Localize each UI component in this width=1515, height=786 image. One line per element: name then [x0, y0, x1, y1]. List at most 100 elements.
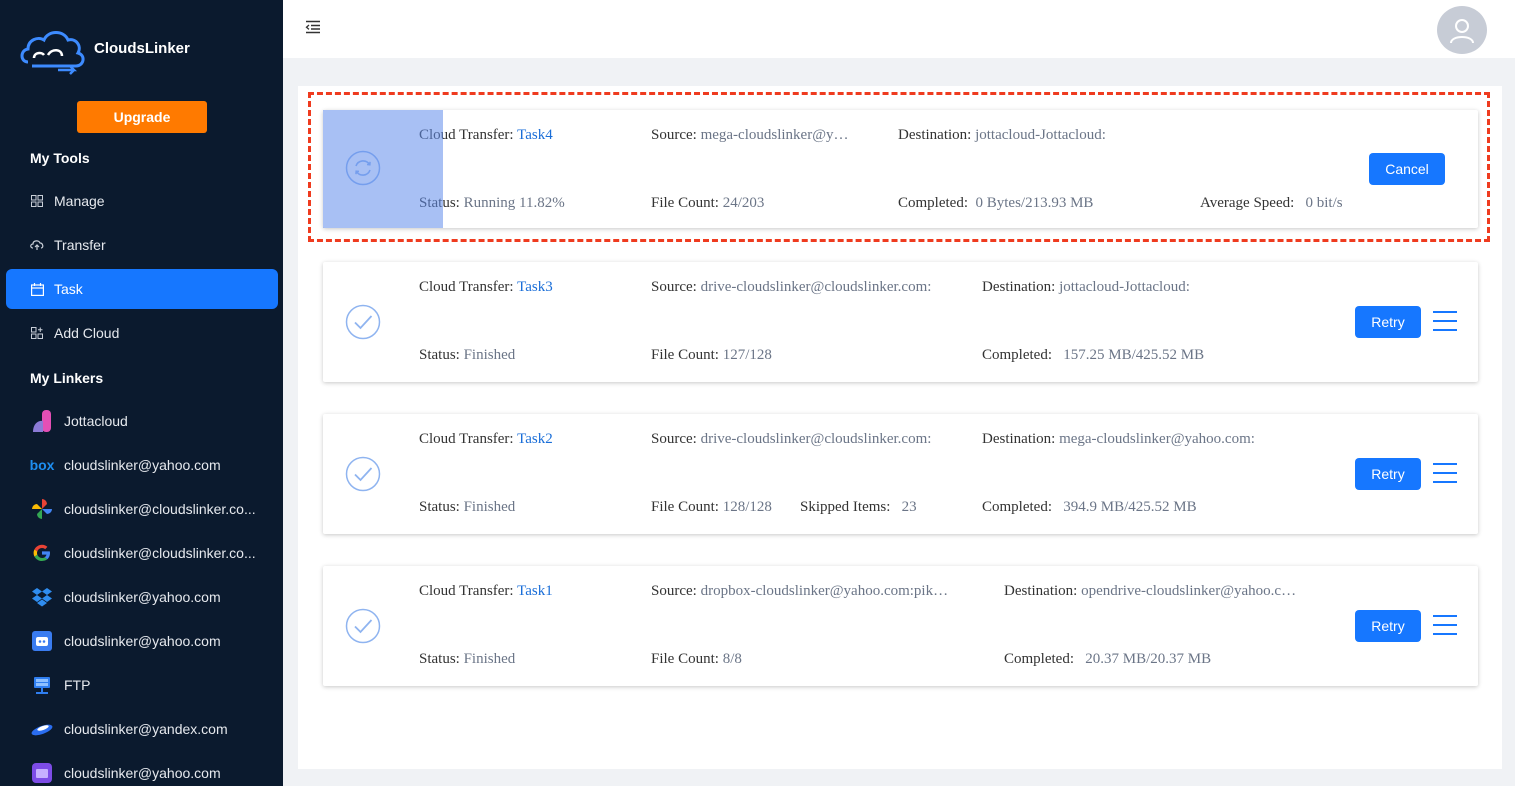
- cancel-button[interactable]: Cancel: [1369, 153, 1445, 185]
- source-field: Source: mega-cloudslinker@y…: [651, 127, 849, 144]
- linker-item-ftp[interactable]: FTP: [30, 665, 275, 705]
- file-count-label: File Count:: [651, 651, 719, 667]
- google-photos-icon: [30, 497, 54, 521]
- sync-icon: [345, 150, 381, 186]
- upgrade-button[interactable]: Upgrade: [77, 101, 207, 133]
- source-field: Source: dropbox-cloudslinker@yahoo.com:p…: [651, 583, 948, 600]
- completed-field: Completed: 20.37 MB/20.37 MB: [1004, 651, 1211, 668]
- cloud-transfer-icon: [30, 238, 44, 252]
- task-name-label: Cloud Transfer:: [419, 279, 514, 295]
- destination-label: Destination:: [1004, 583, 1078, 599]
- linker-item-google[interactable]: cloudslinker@cloudslinker.co...: [30, 533, 275, 573]
- destination-label: Destination:: [982, 279, 1056, 295]
- source-label: Source:: [651, 583, 697, 599]
- average-speed-value: 0 bit/s: [1305, 195, 1343, 211]
- retry-button[interactable]: Retry: [1355, 306, 1421, 338]
- linker-item-pcloud[interactable]: cloudslinker@yahoo.com: [30, 753, 275, 786]
- completed-field: Completed: 157.25 MB/425.52 MB: [982, 347, 1204, 364]
- sidebar-item-transfer[interactable]: Transfer: [6, 225, 278, 265]
- linker-item-jottacloud[interactable]: Jottacloud: [30, 401, 275, 441]
- task-card: Cloud Transfer: Task2 Source: drive-clou…: [323, 414, 1478, 534]
- user-avatar[interactable]: [1437, 6, 1487, 54]
- calendar-icon: [30, 282, 44, 296]
- task-menu-icon[interactable]: [1433, 615, 1457, 637]
- sidebar-item-manage[interactable]: Manage: [6, 181, 278, 221]
- completed-value: 157.25 MB/425.52 MB: [1063, 347, 1205, 363]
- status-value: Finished: [463, 651, 516, 667]
- google-icon: [30, 541, 54, 565]
- sidebar-item-label: Add Cloud: [54, 325, 120, 341]
- file-count-label: File Count:: [651, 195, 719, 211]
- skipped-items-label: Skipped Items:: [800, 499, 891, 515]
- task-card: Cloud Transfer: Task3 Source: drive-clou…: [323, 262, 1478, 382]
- linker-label: FTP: [64, 677, 91, 693]
- retry-button[interactable]: Retry: [1355, 610, 1421, 642]
- file-count-value: 128/128: [722, 499, 772, 515]
- box-icon: box: [29, 457, 55, 473]
- status-field: Status: Running 11.82%: [419, 195, 565, 212]
- source-field: Source: drive-cloudslinker@cloudslinker.…: [651, 431, 931, 448]
- yandex-icon: [30, 717, 54, 741]
- add-grid-icon: [30, 326, 44, 340]
- source-value: mega-cloudslinker@y…: [700, 127, 849, 143]
- task-name-field: Cloud Transfer: Task2: [419, 431, 553, 448]
- status-value: Running 11.82%: [463, 195, 565, 211]
- source-label: Source:: [651, 431, 697, 447]
- linker-label: cloudslinker@yandex.com: [64, 721, 228, 737]
- linker-item-dropbox[interactable]: cloudslinker@yahoo.com: [30, 577, 275, 617]
- source-field: Source: drive-cloudslinker@cloudslinker.…: [651, 279, 931, 296]
- linker-label: cloudslinker@cloudslinker.co...: [64, 501, 256, 517]
- status-value: Finished: [463, 499, 516, 515]
- opendrive-icon: [30, 629, 54, 653]
- sidebar-item-label: Manage: [54, 193, 105, 209]
- linker-label: cloudslinker@yahoo.com: [64, 765, 221, 781]
- completed-label: Completed:: [898, 195, 968, 211]
- linker-label: cloudslinker@yahoo.com: [64, 633, 221, 649]
- completed-value: 20.37 MB/20.37 MB: [1085, 651, 1212, 667]
- task-name-link[interactable]: Task4: [517, 127, 553, 143]
- status-field: Status: Finished: [419, 651, 515, 668]
- jottacloud-icon: [30, 409, 54, 433]
- source-label: Source:: [651, 279, 697, 295]
- destination-field: Destination: mega-cloudslinker@yahoo.com…: [982, 431, 1255, 448]
- skipped-items-value: 23: [901, 499, 917, 515]
- status-label: Status:: [419, 195, 460, 211]
- sidebar-item-task[interactable]: Task: [6, 269, 278, 309]
- destination-label: Destination:: [982, 431, 1056, 447]
- task-name-field: Cloud Transfer: Task1: [419, 583, 553, 600]
- pcloud-icon: [30, 761, 54, 785]
- retry-button[interactable]: Retry: [1355, 458, 1421, 490]
- linker-item-box[interactable]: box cloudslinker@yahoo.com: [30, 445, 275, 485]
- task-name-link[interactable]: Task1: [517, 583, 553, 599]
- task-name-link[interactable]: Task2: [517, 431, 553, 447]
- file-count-value: 127/128: [722, 347, 772, 363]
- check-circle-icon: [345, 304, 381, 340]
- task-name-label: Cloud Transfer:: [419, 431, 514, 447]
- status-label: Status:: [419, 499, 460, 515]
- destination-label: Destination:: [898, 127, 972, 143]
- average-speed-label: Average Speed:: [1200, 195, 1295, 211]
- cloud-logo-icon: [20, 31, 85, 75]
- file-count-field: File Count: 8/8: [651, 651, 742, 668]
- sidebar-item-label: Task: [54, 281, 83, 297]
- task-menu-icon[interactable]: [1433, 311, 1457, 333]
- grid-icon: [30, 194, 44, 208]
- source-value: drive-cloudslinker@cloudslinker.com:: [700, 431, 932, 447]
- file-count-field: File Count: 127/128: [651, 347, 772, 364]
- sidebar-item-add-cloud[interactable]: Add Cloud: [6, 313, 278, 353]
- check-circle-icon: [345, 456, 381, 492]
- user-icon: [1450, 19, 1474, 44]
- collapse-menu-icon[interactable]: [305, 20, 323, 36]
- completed-field: Completed: 394.9 MB/425.52 MB: [982, 499, 1197, 516]
- linker-item-google-photos[interactable]: cloudslinker@cloudslinker.co...: [30, 489, 275, 529]
- linker-item-yandex[interactable]: cloudslinker@yandex.com: [30, 709, 275, 749]
- linker-item-opendrive[interactable]: cloudslinker@yahoo.com: [30, 621, 275, 661]
- average-speed-field: Average Speed: 0 bit/s: [1200, 195, 1343, 212]
- task-name-link[interactable]: Task3: [517, 279, 553, 295]
- destination-field: Destination: jottacloud-Jottacloud:: [898, 127, 1106, 144]
- app-logo[interactable]: CloudsLinker: [18, 18, 190, 78]
- my-tools-heading: My Tools: [30, 150, 90, 166]
- destination-value: opendrive-cloudslinker@yahoo.c…: [1081, 583, 1297, 599]
- task-menu-icon[interactable]: [1433, 463, 1457, 485]
- source-value: dropbox-cloudslinker@yahoo.com:pik…: [700, 583, 949, 599]
